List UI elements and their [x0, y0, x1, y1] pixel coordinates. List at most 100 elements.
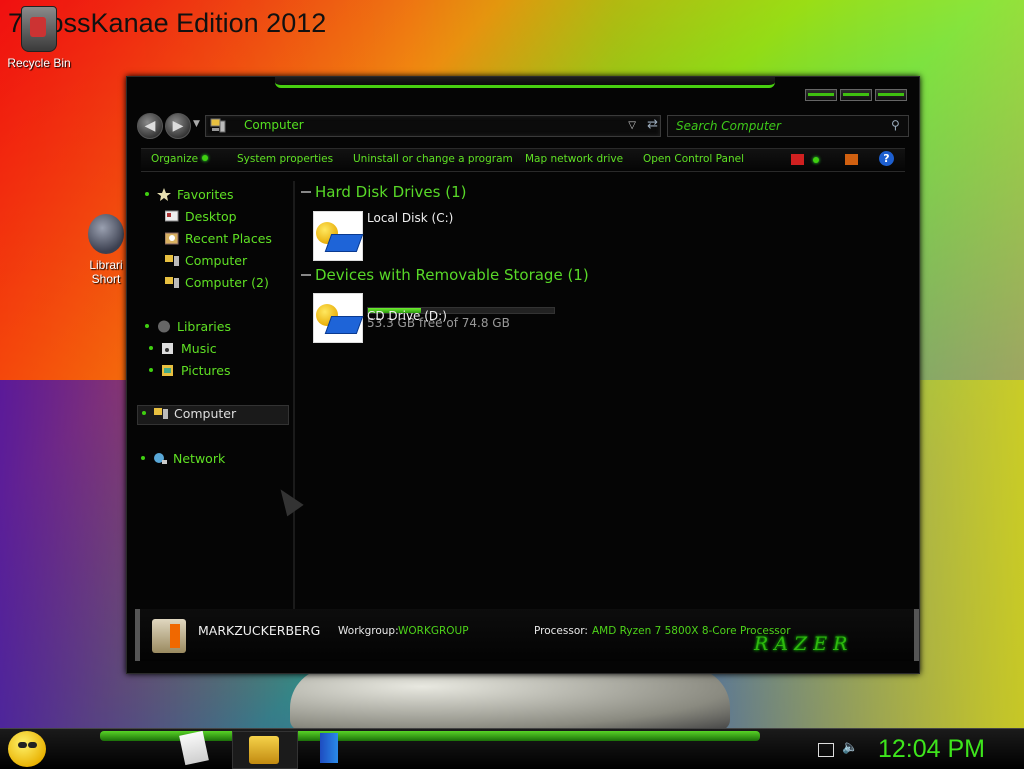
computer-icon — [210, 118, 226, 133]
bullet-icon — [149, 368, 153, 372]
hard-disk-icon — [324, 234, 364, 252]
nav-recent-places-label: Recent Places — [185, 231, 272, 246]
refresh-icon[interactable]: ⇄ — [647, 117, 658, 132]
close-button[interactable] — [875, 89, 907, 101]
bullet-icon — [145, 192, 149, 196]
libraries-shortcut-label: Librari Short — [89, 258, 123, 286]
network-icon — [154, 453, 167, 464]
computer-details-icon — [152, 619, 186, 653]
computer-name: MARKZUCKERBERG — [198, 623, 321, 638]
change-view-icon[interactable] — [791, 154, 804, 165]
computer-icon — [165, 255, 179, 266]
nav-pictures[interactable]: Pictures — [149, 363, 231, 381]
preview-pane-icon[interactable] — [845, 154, 858, 165]
nav-network[interactable]: Network — [141, 451, 225, 469]
recent-pages-dropdown-icon[interactable]: ▼ — [193, 119, 200, 129]
bullet-icon — [149, 346, 153, 350]
command-bar: Organize System properties Uninstall or … — [141, 148, 905, 172]
window-controls — [805, 89, 907, 101]
address-dropdown-icon[interactable]: ▽ — [628, 120, 636, 131]
star-icon — [157, 188, 171, 201]
group-header-hard-disk[interactable]: Hard Disk Drives (1) — [301, 183, 466, 201]
wallpaper-figure — [290, 668, 730, 730]
nav-computer-label: Computer — [185, 253, 248, 268]
navigation-pane: Favorites Desktop Recent Places Computer… — [135, 181, 295, 609]
collapse-dash-icon — [301, 191, 311, 193]
processor-label: Processor: — [534, 625, 588, 637]
taskbar: 🔈 12:04 PM — [0, 728, 1024, 769]
pictures-icon — [162, 365, 173, 376]
group-header-hard-disk-label: Hard Disk Drives (1) — [315, 183, 467, 201]
network-tray-icon[interactable] — [818, 743, 834, 757]
computer-icon — [165, 277, 179, 288]
nav-recent-places[interactable]: Recent Places — [165, 231, 272, 249]
minimize-button[interactable] — [805, 89, 837, 101]
search-box[interactable]: ⚲ — [667, 115, 909, 137]
address-bar[interactable]: Computer ▽ ⇄ — [205, 115, 661, 137]
nav-favorites-label: Favorites — [177, 187, 234, 202]
libraries-shortcut-desktop-icon[interactable]: Librari Short — [84, 214, 128, 286]
nav-libraries-label: Libraries — [177, 319, 231, 334]
recycle-bin-label: Recycle Bin — [7, 56, 71, 70]
recent-places-icon — [165, 232, 179, 245]
uninstall-program-button[interactable]: Uninstall or change a program — [353, 153, 513, 165]
razer-logo: RAZER — [754, 633, 854, 655]
bullet-icon — [145, 324, 149, 328]
nav-computer-selected[interactable]: Computer — [137, 405, 289, 425]
window-top-glow — [275, 77, 775, 88]
explorer-window: ◀ ▶ ▼ Computer ▽ ⇄ ⚲ Organize System pro… — [126, 76, 920, 674]
nav-computer[interactable]: Computer — [165, 253, 247, 271]
computer-icon — [154, 408, 168, 419]
back-button[interactable]: ◀ — [137, 113, 163, 139]
address-text: Computer — [244, 118, 304, 132]
nav-network-label: Network — [173, 451, 226, 466]
explorer-folder-icon — [249, 736, 279, 764]
nav-computer-2-label: Computer (2) — [185, 275, 269, 290]
volume-tray-icon[interactable]: 🔈 — [842, 740, 858, 755]
nav-desktop-label: Desktop — [185, 209, 237, 224]
collapse-dash-icon — [301, 274, 311, 276]
nav-music[interactable]: Music — [149, 341, 217, 359]
nav-desktop[interactable]: Desktop — [165, 209, 237, 227]
group-header-removable[interactable]: Devices with Removable Storage (1) — [301, 266, 589, 284]
music-icon — [162, 343, 173, 354]
desktop-icon — [165, 210, 179, 222]
cd-drive-disk-icon — [324, 316, 364, 334]
nav-libraries[interactable]: Libraries — [145, 319, 231, 337]
recycle-bin-desktop-icon[interactable]: Recycle Bin — [2, 6, 76, 70]
workgroup-value: WORKGROUP — [398, 625, 469, 637]
cd-drive-name[interactable]: CD Drive (D:) — [367, 309, 447, 323]
nav-computer-2[interactable]: Computer (2) — [165, 275, 269, 293]
search-input[interactable] — [674, 117, 878, 135]
explorer-taskbar-button[interactable] — [232, 731, 298, 769]
local-disk-name[interactable]: Local Disk (C:) — [367, 211, 453, 225]
view-options-dropdown-icon[interactable] — [813, 157, 819, 163]
group-header-removable-label: Devices with Removable Storage (1) — [315, 266, 589, 284]
cd-drive-icon[interactable] — [313, 293, 364, 343]
organize-button[interactable]: Organize — [151, 153, 209, 165]
maximize-button[interactable] — [840, 89, 872, 101]
bullet-icon — [142, 411, 146, 415]
details-pane: MARKZUCKERBERG Workgroup: WORKGROUP Proc… — [135, 609, 919, 661]
content-pane: Hard Disk Drives (1) Local Disk (C:) 53.… — [295, 181, 915, 609]
workgroup-label: Workgroup: — [338, 625, 399, 637]
taskbar-clock[interactable]: 12:04 PM — [878, 735, 985, 764]
system-properties-button[interactable]: System properties — [237, 153, 333, 165]
organize-dropdown-icon — [202, 155, 209, 161]
libraries-shortcut-icon — [88, 214, 124, 254]
forward-button[interactable]: ▶ — [165, 113, 191, 139]
open-control-panel-button[interactable]: Open Control Panel — [643, 153, 744, 165]
nav-favorites[interactable]: Favorites — [145, 187, 233, 205]
start-button-smiley-icon[interactable] — [8, 731, 46, 767]
navigation-row: ◀ ▶ ▼ Computer ▽ ⇄ ⚲ — [137, 113, 909, 139]
help-icon[interactable]: ? — [879, 151, 894, 166]
book-app-icon[interactable] — [320, 733, 338, 763]
libraries-icon — [158, 320, 170, 333]
bullet-icon — [141, 456, 145, 460]
nav-music-label: Music — [181, 341, 217, 356]
map-network-drive-button[interactable]: Map network drive — [525, 153, 623, 165]
organize-label: Organize — [151, 153, 199, 165]
local-disk-icon[interactable] — [313, 211, 364, 261]
search-icon[interactable]: ⚲ — [891, 118, 905, 132]
nav-computer-selected-label: Computer — [174, 406, 237, 421]
